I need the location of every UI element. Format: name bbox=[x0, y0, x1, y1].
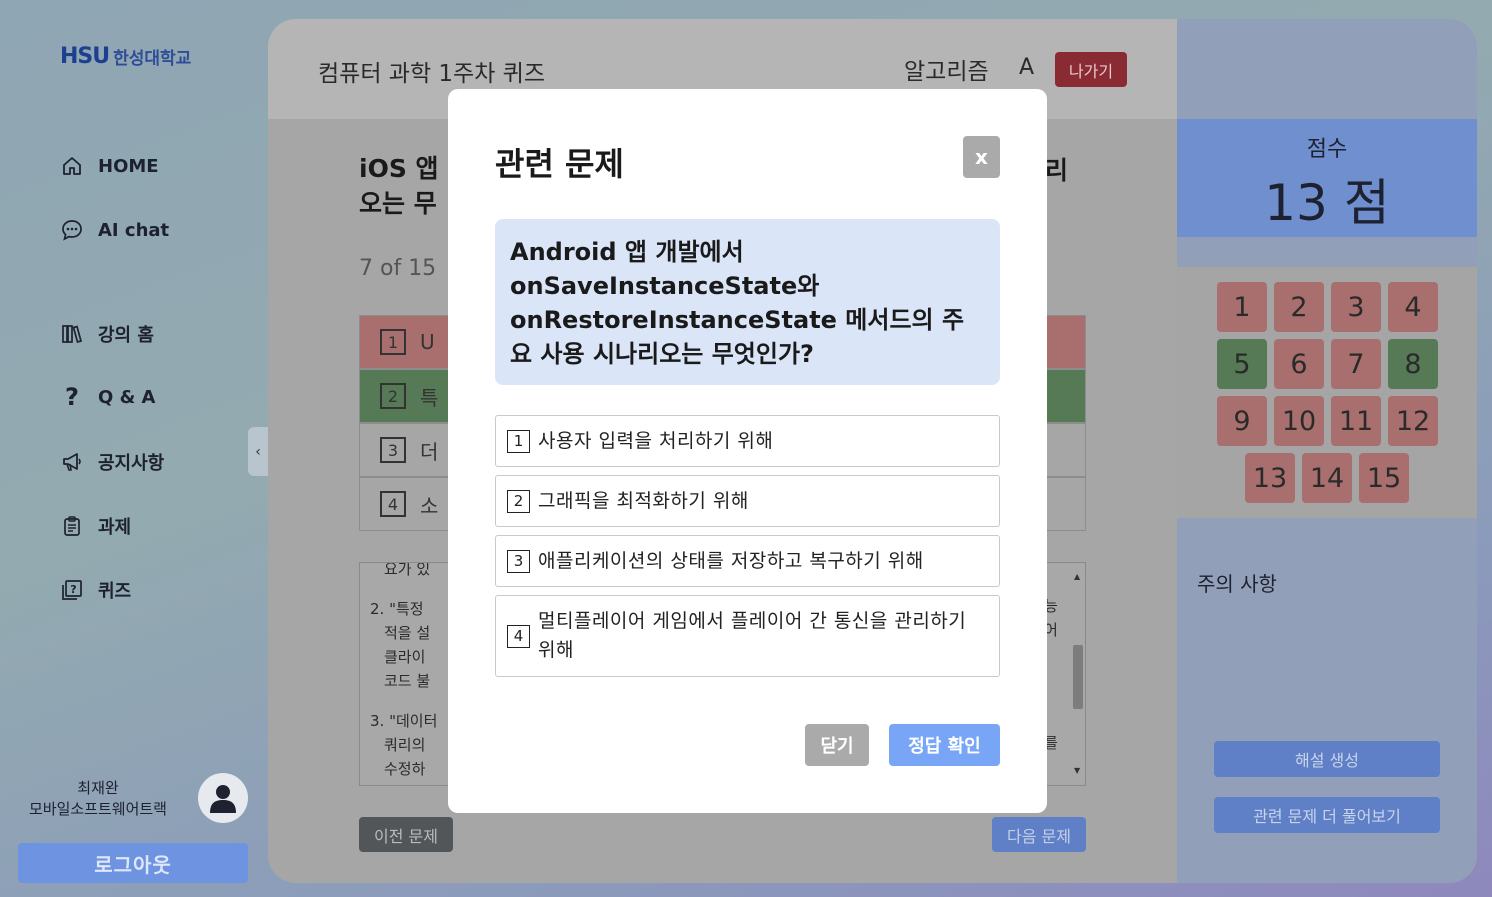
scroll-thumb[interactable] bbox=[1073, 645, 1083, 709]
university-logo[interactable]: HSU 한성대학교 bbox=[60, 44, 191, 69]
question-title-tail: 리 bbox=[1045, 156, 1069, 185]
question-number-4[interactable]: 4 bbox=[1388, 282, 1438, 332]
nav-label-qna: Q & A bbox=[98, 386, 156, 408]
avatar[interactable] bbox=[198, 773, 248, 823]
modal-question: Android 앱 개발에서 onSaveInstanceState와 onRe… bbox=[495, 219, 1000, 385]
logout-button[interactable]: 로그아웃 bbox=[18, 843, 248, 883]
question-number-6[interactable]: 6 bbox=[1274, 339, 1324, 389]
question-icon: ? bbox=[65, 383, 79, 411]
user-track: 모바일소프트웨어트랙 bbox=[28, 800, 167, 818]
next-question-button[interactable]: 다음 문제 bbox=[992, 817, 1086, 852]
grade-label: A bbox=[1019, 55, 1035, 80]
question-number-11[interactable]: 11 bbox=[1331, 396, 1381, 446]
option-text: 특 bbox=[420, 385, 439, 410]
question-progress: 7 of 15 bbox=[359, 256, 437, 281]
score-value: 13 점 bbox=[1264, 174, 1390, 232]
user-name: 최재완 bbox=[77, 779, 119, 797]
modal-option-1[interactable]: 1 사용자 입력을 처리하기 위해 bbox=[495, 415, 1000, 467]
clipboard-icon bbox=[60, 514, 84, 538]
chat-icon bbox=[60, 218, 84, 242]
modal-title: 관련 문제 bbox=[495, 145, 624, 183]
nav-label-quiz: 퀴즈 bbox=[98, 581, 132, 602]
more-related-button[interactable]: 관련 문제 더 풀어보기 bbox=[1214, 797, 1440, 833]
option-number: 3 bbox=[507, 549, 530, 573]
option-text: 멀티플레이어 게임에서 플레이어 간 통신을 관리하기 위해 bbox=[538, 610, 967, 661]
option-text: 더 bbox=[420, 439, 439, 464]
option-number: 1 bbox=[507, 429, 530, 453]
question-number-13[interactable]: 13 bbox=[1245, 453, 1295, 503]
score-label: 점수 bbox=[1306, 137, 1348, 162]
logo-mark: HSU bbox=[60, 44, 110, 69]
check-answer-button[interactable]: 정답 확인 bbox=[889, 724, 1000, 766]
user-info: 최재완 모바일소프트웨어트랙 bbox=[18, 778, 178, 820]
question-number-7[interactable]: 7 bbox=[1331, 339, 1381, 389]
modal-option-3[interactable]: 3 애플리케이션의 상태를 저장하고 복구하기 위해 bbox=[495, 535, 1000, 587]
nav-label-notice: 공지사항 bbox=[98, 453, 165, 474]
related-question-modal: 관련 문제 x Android 앱 개발에서 onSaveInstanceSta… bbox=[448, 89, 1047, 813]
generate-explanation-button[interactable]: 해설 생성 bbox=[1214, 741, 1440, 777]
svg-text:?: ? bbox=[70, 583, 76, 596]
caution-label: 주의 사항 bbox=[1197, 572, 1277, 596]
nav-item-qna[interactable]: ? Q & A bbox=[60, 383, 156, 411]
question-number-14[interactable]: 14 bbox=[1302, 453, 1352, 503]
close-icon[interactable]: x bbox=[963, 136, 1000, 178]
option-number: 4 bbox=[507, 624, 530, 648]
nav-label-course-home: 강의 홈 bbox=[98, 325, 154, 346]
sidebar-collapse-button[interactable]: ‹ bbox=[248, 427, 268, 476]
question-grid: 1 2 3 4 5 6 7 8 9 10 11 12 13 14 15 bbox=[1177, 267, 1477, 518]
explanation-scrollbar[interactable]: ▲ ▼ bbox=[1071, 565, 1083, 783]
nav-item-quiz[interactable]: ? 퀴즈 bbox=[60, 577, 131, 603]
score-box: 점수 13 점 bbox=[1177, 119, 1477, 237]
megaphone-icon bbox=[60, 450, 84, 474]
nav-item-course-home[interactable]: 강의 홈 bbox=[60, 321, 154, 347]
question-number-1[interactable]: 1 bbox=[1217, 282, 1267, 332]
subject-name: 알고리즘 bbox=[904, 59, 989, 85]
option-number: 1 bbox=[380, 329, 406, 355]
option-number: 4 bbox=[380, 491, 406, 517]
option-text: 애플리케이션의 상태를 저장하고 복구하기 위해 bbox=[538, 549, 924, 572]
modal-option-2[interactable]: 2 그래픽을 최적화하기 위해 bbox=[495, 475, 1000, 527]
nav-label-home: HOME bbox=[98, 155, 159, 177]
option-text: 사용자 입력을 처리하기 위해 bbox=[538, 429, 774, 452]
option-number: 3 bbox=[380, 437, 406, 463]
scroll-down-icon[interactable]: ▼ bbox=[1074, 759, 1080, 783]
nav-item-ai-chat[interactable]: AI chat bbox=[60, 218, 169, 242]
nav-item-notice[interactable]: 공지사항 bbox=[60, 449, 164, 475]
prev-question-button[interactable]: 이전 문제 bbox=[359, 817, 453, 852]
home-icon bbox=[60, 154, 84, 178]
question-number-3[interactable]: 3 bbox=[1331, 282, 1381, 332]
sidebar: HSU 한성대학교 HOME AI chat 강의 홈 ? Q & A 공지사항 bbox=[0, 0, 268, 897]
question-number-10[interactable]: 10 bbox=[1274, 396, 1324, 446]
user-icon bbox=[210, 785, 236, 813]
quiz-icon: ? bbox=[60, 578, 84, 602]
scroll-up-icon[interactable]: ▲ bbox=[1074, 565, 1080, 589]
logo-text: 한성대학교 bbox=[113, 49, 192, 69]
option-number: 2 bbox=[380, 383, 406, 409]
question-number-9[interactable]: 9 bbox=[1217, 396, 1267, 446]
exit-button[interactable]: 나가기 bbox=[1055, 52, 1127, 87]
option-text: 소 bbox=[420, 493, 439, 518]
question-number-12[interactable]: 12 bbox=[1388, 396, 1438, 446]
nav-label-ai-chat: AI chat bbox=[98, 219, 170, 241]
nav-item-home[interactable]: HOME bbox=[60, 154, 159, 178]
question-number-15[interactable]: 15 bbox=[1359, 453, 1409, 503]
question-number-2[interactable]: 2 bbox=[1274, 282, 1324, 332]
option-text: 그래픽을 최적화하기 위해 bbox=[538, 489, 749, 512]
option-number: 2 bbox=[507, 489, 530, 513]
question-number-5[interactable]: 5 bbox=[1217, 339, 1267, 389]
quiz-title: 컴퓨터 과학 1주차 퀴즈 bbox=[318, 61, 546, 87]
chevron-left-icon: ‹ bbox=[255, 443, 261, 460]
modal-close-button[interactable]: 닫기 bbox=[805, 724, 869, 766]
books-icon bbox=[60, 322, 84, 346]
modal-option-4[interactable]: 4 멀티플레이어 게임에서 플레이어 간 통신을 관리하기 위해 bbox=[495, 595, 1000, 677]
nav-item-assignment[interactable]: 과제 bbox=[60, 513, 131, 539]
score-panel: 점수 13 점 1 2 3 4 5 6 7 8 9 10 11 12 13 14… bbox=[1177, 19, 1477, 883]
nav-label-assignment: 과제 bbox=[98, 517, 132, 538]
option-text: U bbox=[420, 330, 435, 354]
question-number-8[interactable]: 8 bbox=[1388, 339, 1438, 389]
